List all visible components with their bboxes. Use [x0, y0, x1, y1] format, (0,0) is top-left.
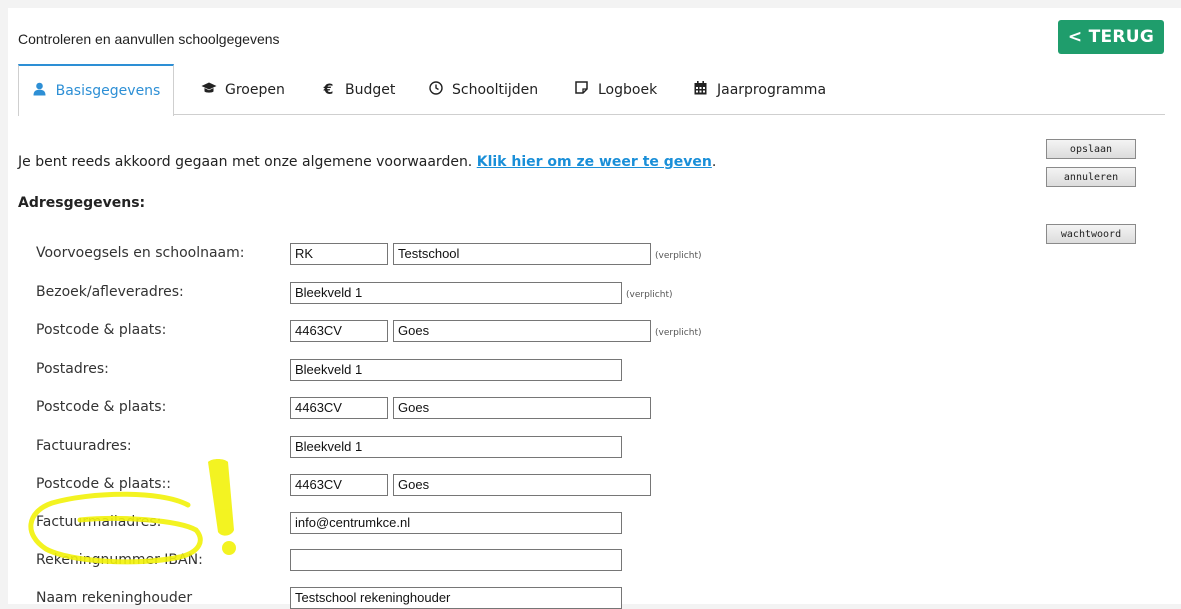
- tab-bar: Basisgegevens Groepen € Budget Schooltij…: [18, 64, 1165, 116]
- required-note: (verplicht): [655, 328, 702, 338]
- clock-icon: [428, 80, 443, 99]
- invoice-address-input[interactable]: Bleekveld 1: [290, 436, 622, 458]
- user-icon: [32, 82, 47, 100]
- account-holder-input[interactable]: Testschool rekeninghouder: [290, 587, 622, 609]
- calendar-icon: [693, 80, 708, 99]
- invoice-city-input[interactable]: Goes: [393, 474, 651, 496]
- visit-postcode-label: Postcode & plaats:: [36, 322, 167, 338]
- invoice-email-input[interactable]: info@centrumkce.nl: [290, 512, 622, 534]
- postal-address-input[interactable]: Bleekveld 1: [290, 359, 622, 381]
- terms-suffix: .: [711, 154, 717, 170]
- postal-postcode-label: Postcode & plaats:: [36, 399, 167, 415]
- invoice-address-label: Factuuradres:: [36, 438, 132, 454]
- terms-text: Je bent reeds akkoord gegaan met onze al…: [18, 154, 477, 170]
- tab-jaarprogramma[interactable]: Jaarprogramma: [693, 64, 826, 115]
- tab-label: Groepen: [225, 81, 285, 98]
- invoice-postcode-label: Postcode & plaats::: [36, 476, 172, 492]
- tab-label: Budget: [345, 81, 396, 98]
- visit-address-label: Bezoek/afleveradres:: [36, 284, 184, 300]
- tab-label: Jaarprogramma: [717, 81, 827, 98]
- postal-city-input[interactable]: Goes: [393, 397, 651, 419]
- tab-label: Logboek: [598, 81, 658, 98]
- terms-notice: Je bent reeds akkoord gegaan met onze al…: [18, 154, 716, 170]
- tab-label: Basisgegevens: [55, 83, 161, 99]
- tab-basisgegevens[interactable]: Basisgegevens: [18, 64, 174, 116]
- required-note: (verplicht): [626, 290, 673, 300]
- postal-postcode-input[interactable]: 4463CV: [290, 397, 388, 419]
- visit-postcode-input[interactable]: 4463CV: [290, 320, 388, 342]
- note-icon: [574, 81, 589, 98]
- euro-icon: €: [323, 81, 334, 98]
- visit-city-input[interactable]: Goes: [393, 320, 651, 342]
- invoice-postcode-input[interactable]: 4463CV: [290, 474, 388, 496]
- page-title: Controleren en aanvullen schoolgegevens: [18, 31, 280, 47]
- back-button[interactable]: < TERUG: [1058, 20, 1164, 54]
- graduation-cap-icon: [201, 82, 217, 98]
- section-title: Adresgegevens:: [18, 195, 146, 211]
- required-note: (verplicht): [655, 251, 702, 261]
- school-name-label: Voorvoegsels en schoolnaam:: [36, 245, 245, 261]
- tab-groepen[interactable]: Groepen: [201, 64, 285, 115]
- iban-label: Rekeningnummer IBAN:: [36, 552, 203, 568]
- prefix-input[interactable]: RK: [290, 243, 388, 265]
- iban-input[interactable]: [290, 549, 622, 571]
- terms-link[interactable]: Klik hier om ze weer te geven: [477, 154, 712, 170]
- tab-schooltijden[interactable]: Schooltijden: [428, 64, 538, 115]
- tab-label: Schooltijden: [452, 81, 539, 98]
- tab-budget[interactable]: € Budget: [321, 64, 396, 115]
- password-button[interactable]: wachtwoord: [1046, 224, 1136, 244]
- school-name-input[interactable]: Testschool: [393, 243, 651, 265]
- tab-logboek[interactable]: Logboek: [574, 64, 657, 115]
- cancel-button[interactable]: annuleren: [1046, 167, 1136, 187]
- visit-address-input[interactable]: Bleekveld 1: [290, 282, 622, 304]
- invoice-email-label: Factuurmailadres:: [36, 514, 162, 530]
- postal-address-label: Postadres:: [36, 361, 109, 377]
- save-button[interactable]: opslaan: [1046, 139, 1136, 159]
